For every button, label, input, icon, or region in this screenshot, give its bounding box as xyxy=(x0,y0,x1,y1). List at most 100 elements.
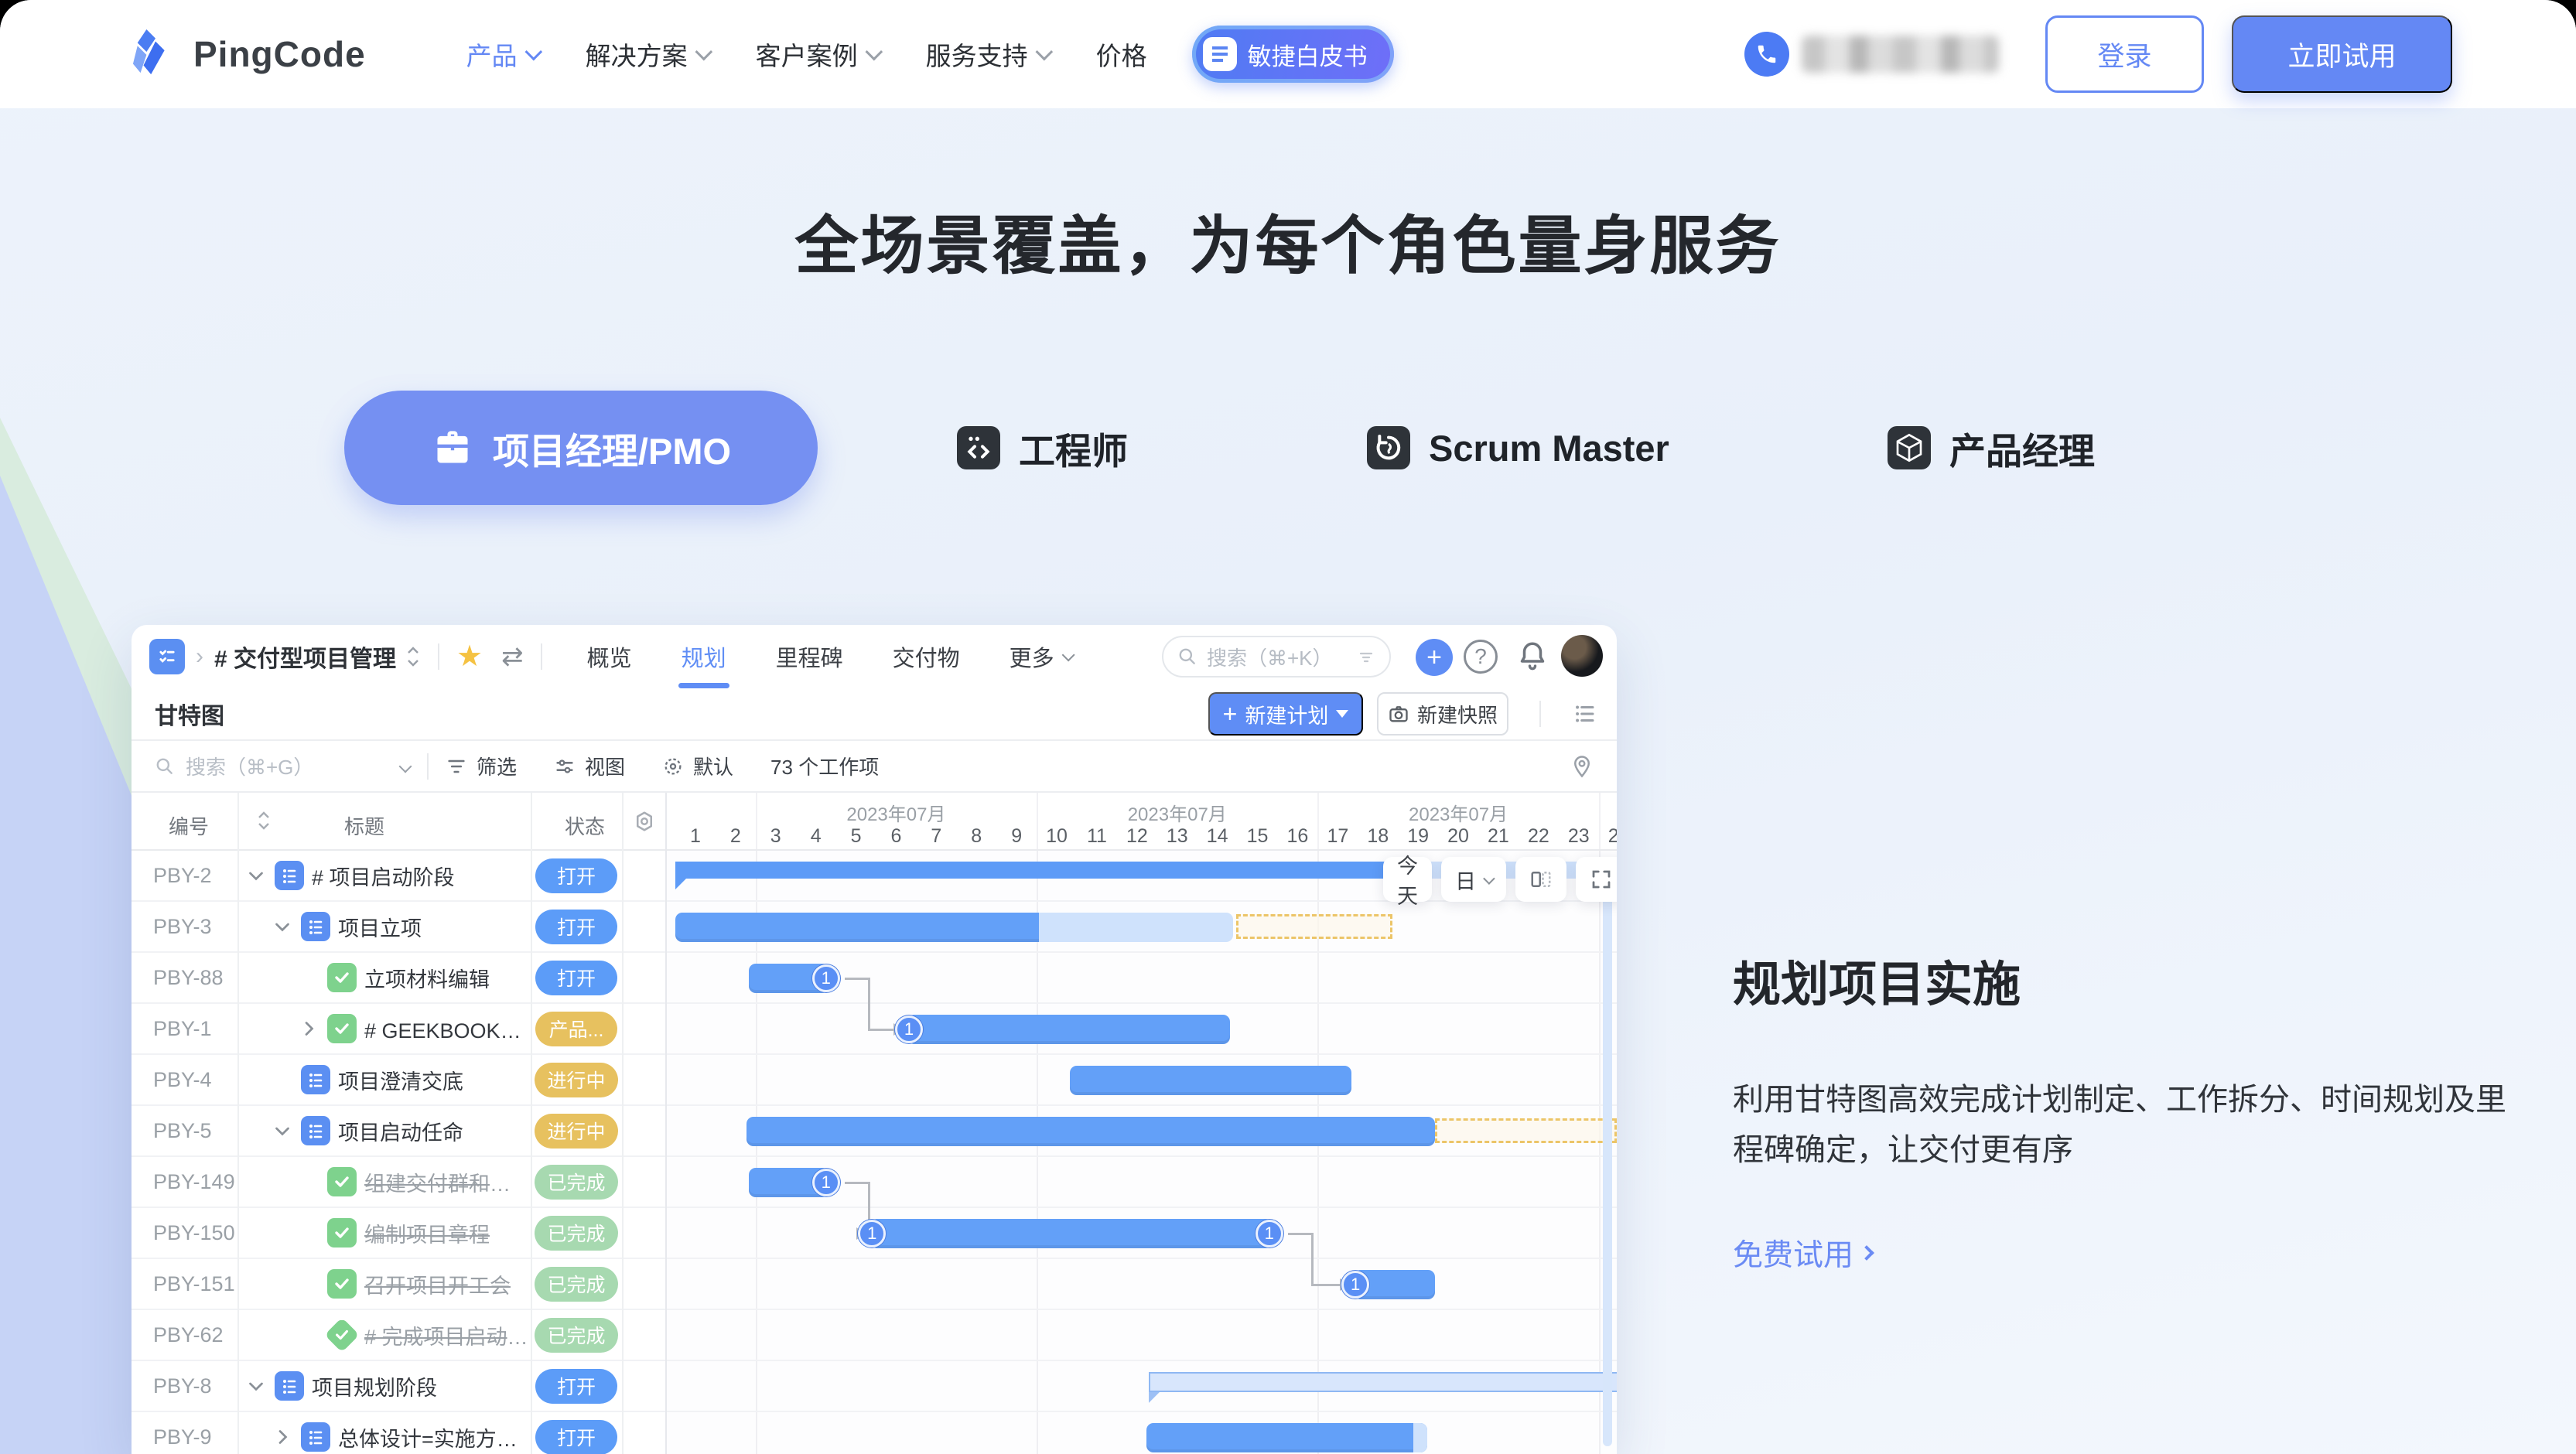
help-icon[interactable]: ? xyxy=(1464,640,1498,674)
today-button[interactable]: 今天 xyxy=(1383,857,1432,902)
task-title[interactable]: # 项目启动阶段 xyxy=(312,861,455,891)
collapse-toggle[interactable] xyxy=(272,916,293,937)
whitepaper-badge[interactable]: 敏捷白皮书 xyxy=(1192,26,1394,83)
table-row[interactable]: PBY-2# 项目启动阶段打开 xyxy=(132,851,665,902)
status-badge[interactable]: 已完成 xyxy=(535,1165,617,1200)
breadcrumb-project[interactable]: # 交付型项目管理 xyxy=(214,640,396,674)
global-search-input[interactable]: 搜索（⌘+K） xyxy=(1162,636,1391,678)
free-trial-link[interactable]: 免费试用 xyxy=(1733,1231,1872,1275)
status-badge[interactable]: 打开 xyxy=(535,858,617,893)
gantt-bar[interactable] xyxy=(1146,1423,1427,1452)
task-title[interactable]: 项目规划阶段 xyxy=(312,1371,437,1401)
filter-button[interactable]: 筛选 xyxy=(446,752,517,780)
gantt-bar[interactable] xyxy=(1435,1118,1617,1143)
create-button[interactable]: + xyxy=(1416,639,1453,676)
table-row[interactable]: PBY-62# 完成项目启动阶段...已完成 xyxy=(132,1310,665,1361)
task-title[interactable]: 项目启动任命 xyxy=(338,1116,463,1146)
gantt-bar[interactable] xyxy=(1039,913,1234,942)
gantt-search-input[interactable]: 搜索（⌘+G） xyxy=(155,752,410,780)
task-title[interactable]: 项目立项 xyxy=(338,912,422,942)
project-icon[interactable] xyxy=(149,639,185,674)
column-settings-gear-icon[interactable] xyxy=(633,810,656,838)
status-badge[interactable]: 打开 xyxy=(535,1420,617,1454)
role-tab-scrum-master[interactable]: Scrum Master xyxy=(1367,391,1669,505)
table-row[interactable]: PBY-5项目启动任命进行中 xyxy=(132,1106,665,1157)
gantt-bar[interactable] xyxy=(1236,914,1392,939)
status-badge[interactable]: 进行中 xyxy=(535,1114,617,1149)
status-badge[interactable]: 产品... xyxy=(535,1012,617,1046)
task-title[interactable]: 编制项目章程 xyxy=(364,1218,490,1248)
tab-planning[interactable]: 规划 xyxy=(682,625,726,688)
tab-more[interactable]: 更多 xyxy=(1010,625,1071,688)
notification-bell-icon[interactable] xyxy=(1516,639,1549,677)
table-row[interactable]: PBY-151召开项目开工会已完成 xyxy=(132,1259,665,1310)
role-tab-product-manager[interactable]: 产品经理 xyxy=(1888,391,2095,505)
user-avatar[interactable] xyxy=(1561,635,1603,677)
status-badge[interactable]: 打开 xyxy=(535,961,617,995)
new-plan-button[interactable]: + 新建计划 xyxy=(1208,692,1363,736)
column-header-id[interactable]: 编号 xyxy=(169,811,209,840)
gantt-bar[interactable] xyxy=(675,862,1406,879)
trial-button[interactable]: 立即试用 xyxy=(2232,15,2452,93)
table-row[interactable]: PBY-88立项材料编辑打开 xyxy=(132,953,665,1004)
tab-milestones[interactable]: 里程碑 xyxy=(776,625,843,688)
swap-icon[interactable]: ⇄ xyxy=(501,641,524,672)
default-view-button[interactable]: 默认 xyxy=(662,752,733,780)
table-row[interactable]: PBY-149组建交付群和工作台已完成 xyxy=(132,1157,665,1208)
tab-deliverables[interactable]: 交付物 xyxy=(893,625,960,688)
gantt-bar[interactable] xyxy=(675,913,1039,942)
task-title[interactable]: 总体设计=实施方案（... xyxy=(338,1422,531,1452)
collapse-toggle[interactable] xyxy=(245,865,267,886)
sort-icon[interactable] xyxy=(255,810,272,837)
collapse-toggle[interactable] xyxy=(245,1375,267,1397)
role-tab-pm-pmo[interactable]: 项目经理/PMO xyxy=(344,391,818,505)
status-badge[interactable]: 打开 xyxy=(535,910,617,944)
column-header-status[interactable]: 状态 xyxy=(565,811,605,840)
assignee-avatar[interactable]: 1 xyxy=(812,1169,840,1196)
nav-item-solutions[interactable]: 解决方案 xyxy=(586,36,708,73)
expand-toggle[interactable] xyxy=(272,1426,293,1448)
task-title[interactable]: 组建交付群和工作台 xyxy=(364,1167,531,1197)
gantt-bar[interactable] xyxy=(907,1015,1230,1044)
status-badge[interactable]: 已完成 xyxy=(535,1216,617,1251)
gantt-bar[interactable] xyxy=(1070,1066,1351,1095)
task-title[interactable]: 项目澄清交底 xyxy=(338,1065,463,1095)
nav-item-pricing[interactable]: 价格 xyxy=(1096,36,1147,73)
nav-item-support[interactable]: 服务支持 xyxy=(926,36,1048,73)
login-button[interactable]: 登录 xyxy=(2045,15,2204,93)
new-snapshot-button[interactable]: 新建快照 xyxy=(1377,692,1508,736)
brand-logo[interactable]: PingCode xyxy=(132,28,366,81)
assignee-avatar[interactable]: 1 xyxy=(858,1220,886,1248)
table-row[interactable]: PBY-1# GEEKBOOKS 极...产品... xyxy=(132,1004,665,1055)
nav-item-products[interactable]: 产品 xyxy=(466,36,538,73)
task-title[interactable]: 召开项目开工会 xyxy=(364,1269,511,1299)
assignee-avatar[interactable]: 1 xyxy=(812,964,840,992)
location-pin-icon[interactable] xyxy=(1570,755,1594,778)
status-badge[interactable]: 打开 xyxy=(535,1369,617,1404)
table-row[interactable]: PBY-8项目规划阶段打开 xyxy=(132,1361,665,1412)
view-list-icon[interactable] xyxy=(1572,701,1598,727)
vertical-scrollbar[interactable] xyxy=(1603,857,1612,1446)
assignee-avatar[interactable]: 1 xyxy=(895,1015,923,1043)
table-row[interactable]: PBY-3项目立项打开 xyxy=(132,902,665,953)
status-badge[interactable]: 已完成 xyxy=(535,1318,617,1353)
zoom-unit-select[interactable]: 日 xyxy=(1441,857,1506,902)
project-switcher-icon[interactable] xyxy=(405,647,421,667)
view-config-button[interactable]: 视图 xyxy=(554,752,625,780)
collapse-toggle[interactable] xyxy=(272,1120,293,1142)
status-badge[interactable]: 已完成 xyxy=(535,1267,617,1302)
table-row[interactable]: PBY-4项目澄清交底进行中 xyxy=(132,1055,665,1106)
role-tab-engineer[interactable]: 工程师 xyxy=(957,391,1128,505)
favorite-star-icon[interactable]: ★ xyxy=(456,642,483,671)
expand-toggle[interactable] xyxy=(298,1018,319,1039)
assignee-avatar[interactable]: 1 xyxy=(1341,1271,1369,1299)
table-row[interactable]: PBY-150编制项目章程已完成 xyxy=(132,1208,665,1259)
gantt-bar[interactable] xyxy=(870,1219,1273,1248)
gantt-bar[interactable] xyxy=(746,1117,1435,1146)
table-row[interactable]: PBY-9总体设计=实施方案（...打开 xyxy=(132,1412,665,1454)
status-badge[interactable]: 进行中 xyxy=(535,1063,617,1097)
gantt-bar[interactable] xyxy=(1149,1372,1617,1392)
fullscreen-button[interactable] xyxy=(1576,857,1617,902)
nav-item-cases[interactable]: 客户案例 xyxy=(756,36,878,73)
task-title[interactable]: 立项材料编辑 xyxy=(364,963,490,993)
